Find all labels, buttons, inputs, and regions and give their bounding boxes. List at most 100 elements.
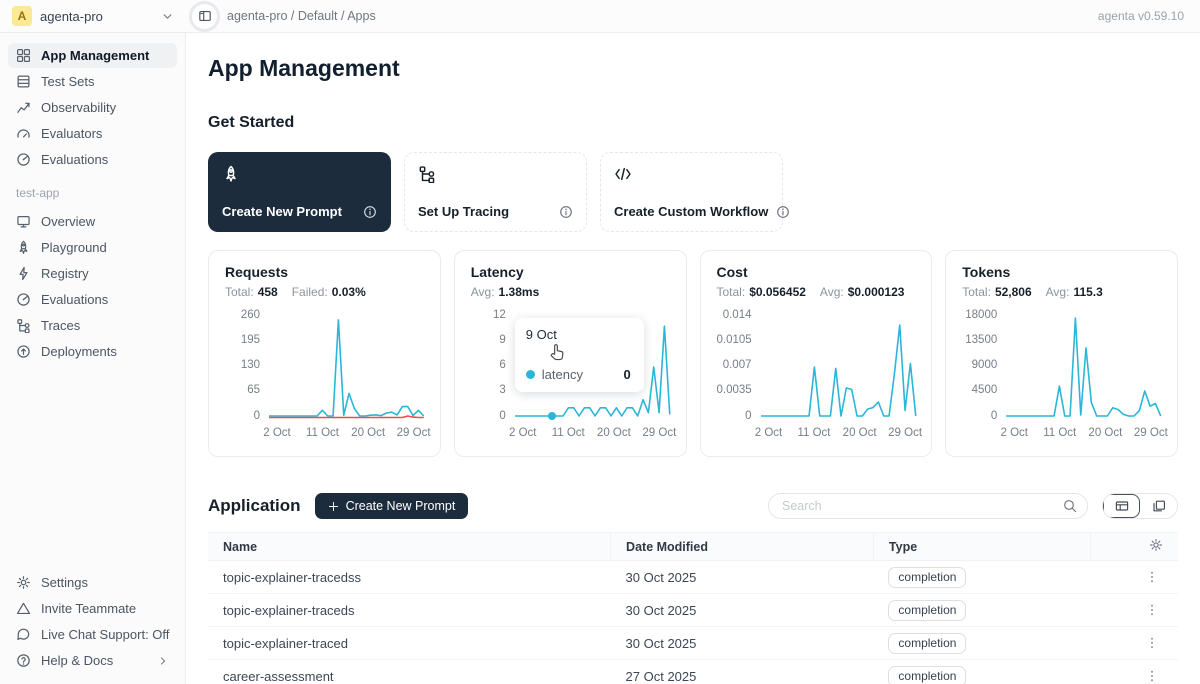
sidebar-item-evaluations[interactable]: Evaluations [8,147,177,172]
application-header: Application Create New Prompt [208,493,1178,519]
row-menu-button[interactable] [1141,634,1163,652]
chart-plot-cost[interactable] [761,310,916,422]
dots-icon [1145,570,1159,584]
sidebar-item-test-sets[interactable]: Test Sets [8,69,177,94]
column-settings[interactable] [1091,533,1178,561]
sidebar-item-evaluations[interactable]: Evaluations [8,287,177,312]
observability-icon [16,100,31,115]
sidebar-item-settings[interactable]: Settings [8,570,177,595]
app-date-modified: 30 Oct 2025 [611,627,874,660]
evaluations-icon [16,152,31,167]
table-row-career-assessment[interactable]: career-assessment 27 Oct 2025 completion [208,660,1178,684]
row-menu-button[interactable] [1141,568,1163,586]
table-row-topic-explainer-traced[interactable]: topic-explainer-traced 30 Oct 2025 compl… [208,627,1178,660]
get-started-card-set-up-tracing[interactable]: Set Up Tracing [404,152,587,232]
trace-icon [418,165,436,183]
metric-stats: Avg:1.38ms [471,285,670,299]
app-name: topic-explainer-traced [208,627,611,660]
mouse-cursor-icon [547,342,567,364]
y-axis-labels: 129630 [471,310,515,422]
get-started-card-create-new-prompt[interactable]: Create New Prompt [208,152,391,232]
get-started-heading: Get Started [208,114,1178,132]
create-new-prompt-button[interactable]: Create New Prompt [315,493,469,519]
row-menu-button[interactable] [1141,667,1163,684]
metric-title: Cost [717,264,916,280]
get-started-cards: Create New Prompt Set Up Tracing Create … [208,152,1178,232]
tableview-icon [1115,499,1129,513]
x-axis-labels: 2 Oct11 Oct20 Oct29 Oct [769,425,916,441]
sidebar-item-app-management[interactable]: App Management [8,43,177,68]
app-name: career-assessment [208,660,611,684]
cardview-icon [1152,499,1166,513]
page-title: App Management [208,55,1178,82]
app-date-modified: 27 Oct 2025 [611,660,874,684]
column-header-date-modified[interactable]: Date Modified [611,533,874,561]
workspace-switcher[interactable]: A agenta-pro [0,6,186,26]
sidebar-item-playground[interactable]: Playground [8,235,177,260]
rocket-icon [222,165,240,183]
table-row-topic-explainer-tracedss[interactable]: topic-explainer-tracedss 30 Oct 2025 com… [208,561,1178,594]
sidebar-item-evaluators[interactable]: Evaluators [8,121,177,146]
type-badge: completion [888,600,966,621]
get-started-card-create-custom-workflow[interactable]: Create Custom Workflow [600,152,783,232]
sidebar-item-live-chat-support-off[interactable]: Live Chat Support: Off [8,622,177,647]
column-header-type[interactable]: Type [873,533,1090,561]
app-version: agenta v0.59.10 [1098,9,1200,23]
tooltip-value: 0 [624,367,633,382]
search-icon [1063,499,1077,513]
row-menu-button[interactable] [1141,601,1163,619]
chart-tooltip: 9 Oct latency 0 [515,318,644,392]
main-content: App Management Get Started Create New Pr… [186,33,1200,684]
y-axis-labels: 260195130650 [225,310,269,422]
sidebar-item-registry[interactable]: Registry [8,261,177,286]
info-icon [559,205,573,219]
y-axis-labels: 0.0140.01050.0070.00350 [717,310,761,422]
gear-icon [1149,538,1163,552]
app-name: topic-explainer-tracedss [208,561,611,594]
x-axis-labels: 2 Oct11 Oct20 Oct29 Oct [1014,425,1161,441]
app-date-modified: 30 Oct 2025 [611,594,874,627]
grid-icon [16,48,31,63]
sidebar-item-help-docs[interactable]: Help & Docs [8,648,177,673]
search-icon[interactable] [1063,499,1077,513]
deployments-icon [16,344,31,359]
chart-plot-tokens[interactable] [1006,310,1161,422]
table-view-button[interactable] [1103,494,1140,518]
sidebar-toggle-button[interactable] [192,4,217,29]
chat-icon [16,627,31,642]
registry-icon [16,266,31,281]
breadcrumb: agenta-pro / Default / Apps [227,9,376,23]
metric-title: Requests [225,264,424,280]
dots-icon [1145,603,1159,617]
type-badge: completion [888,633,966,654]
x-axis-labels: 2 Oct11 Oct20 Oct29 Oct [523,425,670,441]
sidebar-item-invite-teammate[interactable]: Invite Teammate [8,596,177,621]
card-view-button[interactable] [1140,494,1177,518]
search-input[interactable] [782,499,1063,513]
type-badge: completion [888,567,966,588]
panel-icon [198,9,212,23]
plus-icon [328,501,339,512]
metric-card-tokens: Tokens Total:52,806Avg:115.3 18000135009… [945,250,1178,457]
help-icon [16,653,31,668]
sidebar-project-label: test-app [8,186,177,200]
info-icon [363,205,377,219]
column-header-name[interactable]: Name [208,533,611,561]
settings-icon [16,575,31,590]
chart-plot-latency[interactable]: 9 Oct latency 0 [515,310,670,422]
dots-icon [1145,636,1159,650]
sidebar-item-deployments[interactable]: Deployments [8,339,177,364]
application-heading: Application [208,496,301,516]
overview-icon [16,214,31,229]
table-view-icon [1115,499,1129,513]
chevdown-icon [161,10,174,23]
app-date-modified: 30 Oct 2025 [611,561,874,594]
table-row-topic-explainer-traceds[interactable]: topic-explainer-traceds 30 Oct 2025 comp… [208,594,1178,627]
hover-point-marker [548,412,556,420]
chart-plot-requests[interactable] [269,310,424,422]
sidebar-item-traces[interactable]: Traces [8,313,177,338]
sidebar-item-observability[interactable]: Observability [8,95,177,120]
sidebar-item-overview[interactable]: Overview [8,209,177,234]
metrics-charts-row: Requests Total:458Failed:0.03% 260195130… [208,250,1178,457]
tooltip-date: 9 Oct [526,327,633,342]
